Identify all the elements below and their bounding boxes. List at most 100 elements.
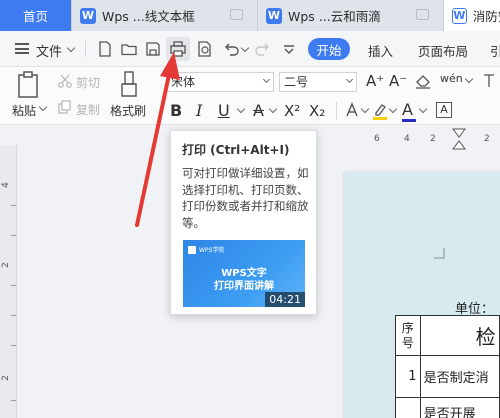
- ruler-number: 2: [430, 134, 436, 144]
- tab-document-2[interactable]: W Wps ...云和雨滴: [258, 0, 444, 31]
- format-painter-button[interactable]: 格式刷: [110, 102, 146, 119]
- tab-insert[interactable]: 插入: [368, 41, 393, 60]
- undo-icon[interactable]: [222, 40, 240, 58]
- scissors-icon: [58, 74, 72, 88]
- hamburger-menu-icon[interactable]: [15, 43, 29, 54]
- superscript-button[interactable]: X²: [284, 103, 300, 119]
- tab-references[interactable]: 引: [490, 41, 500, 60]
- save-icon[interactable]: [144, 40, 162, 58]
- character-border-button[interactable]: A: [436, 102, 452, 118]
- print-preview-icon[interactable]: [196, 40, 214, 58]
- ruler-number: 2: [484, 134, 490, 144]
- logo-label: WPS学院: [199, 247, 225, 254]
- table-cell[interactable]: [395, 397, 421, 418]
- table-cell[interactable]: 检: [419, 315, 500, 356]
- ruler-number: 4: [404, 134, 410, 144]
- chevron-down-icon[interactable]: [38, 102, 48, 112]
- font-color-button[interactable]: A: [402, 100, 416, 122]
- ribbon: 粘贴 剪切 复制 格式刷 宋体 二号 A⁺ A⁻ wén B I U A X² …: [0, 67, 500, 125]
- table-row: 1 是否制定消: [395, 355, 500, 398]
- customize-quick-access-icon[interactable]: [280, 40, 298, 58]
- ruler-tick: [11, 205, 16, 206]
- font-color-swatch: [402, 119, 416, 122]
- divider: [85, 41, 86, 57]
- table-cell[interactable]: 是否制定消: [419, 355, 500, 398]
- table-cell[interactable]: 1: [395, 355, 421, 398]
- underline-button[interactable]: U: [218, 103, 230, 119]
- tab-document-3-label: 消防安: [472, 9, 500, 24]
- new-document-icon[interactable]: [96, 40, 114, 58]
- chevron-down-icon[interactable]: [66, 43, 76, 53]
- table-row: 是否开展: [395, 397, 500, 418]
- highlight-icon[interactable]: [372, 102, 388, 120]
- tooltip-description: 可对打印做详细设置，如选择打印机、打印页数、打印份数或者并打和缩放等。: [182, 166, 309, 230]
- wps-writer-icon: W: [80, 7, 96, 24]
- ruler-tick: [11, 235, 16, 236]
- italic-button[interactable]: I: [196, 103, 202, 119]
- format-painter-icon[interactable]: [118, 71, 140, 99]
- file-menu[interactable]: 文件: [36, 41, 62, 60]
- ruler-number: 2: [0, 262, 11, 268]
- ruler-number: 2: [0, 375, 11, 381]
- font-size-select[interactable]: 二号: [279, 72, 357, 92]
- tab-document-3[interactable]: W 消防安: [444, 0, 500, 31]
- tab-document-1[interactable]: W Wps ...线文本框: [72, 0, 258, 31]
- font-color-label: A: [402, 100, 413, 119]
- device-icon: [416, 9, 429, 20]
- table-cell[interactable]: 序号: [395, 315, 421, 356]
- bold-button[interactable]: B: [170, 103, 182, 119]
- chevron-down-icon[interactable]: [240, 43, 250, 53]
- device-icon: [230, 9, 243, 20]
- margin-corner-mark: [434, 248, 445, 259]
- ruler-tick: [11, 315, 16, 316]
- text-effect-icon[interactable]: [482, 73, 496, 89]
- print-tooltip: 打印 (Ctrl+Alt+I) 可对打印做详细设置，如选择打印机、打印页数、打印…: [170, 130, 317, 315]
- logo-icon: [188, 245, 196, 254]
- chevron-down-icon: [262, 75, 271, 84]
- chevron-down-icon[interactable]: [236, 104, 246, 114]
- strikethrough-button[interactable]: A: [253, 103, 264, 119]
- open-folder-icon[interactable]: [120, 40, 138, 58]
- vertical-ruler: 4 2 2: [0, 145, 17, 418]
- paste-icon[interactable]: [16, 71, 42, 99]
- document-table[interactable]: 序号 检 1 是否制定消 是否开展: [395, 315, 500, 418]
- font-name-select[interactable]: 宋体: [166, 72, 274, 92]
- divider: [336, 102, 337, 120]
- chevron-down-icon[interactable]: [464, 74, 474, 84]
- ruler-number: 6: [374, 134, 380, 144]
- ruler-tick: [11, 345, 16, 346]
- chevron-down-icon[interactable]: [388, 104, 398, 114]
- thumbnail-title-line-2: 打印界面讲解: [214, 281, 274, 292]
- print-icon: [170, 41, 186, 57]
- tab-page-layout[interactable]: 页面布局: [418, 41, 468, 60]
- copy-icon: [58, 100, 71, 114]
- tab-document-1-label: Wps ...线文本框: [102, 9, 195, 24]
- tab-home[interactable]: 首页: [0, 0, 72, 31]
- wps-writer-icon: W: [452, 7, 467, 24]
- tutorial-video-thumbnail[interactable]: WPS学院 WPS文字 打印界面讲解 04:21: [183, 240, 305, 307]
- paste-button[interactable]: 粘贴: [12, 102, 36, 119]
- cut-button[interactable]: 剪切: [76, 74, 100, 91]
- pinyin-guide-button[interactable]: wén: [440, 72, 463, 85]
- grow-font-button[interactable]: A⁺: [366, 72, 384, 90]
- chevron-down-icon[interactable]: [268, 104, 278, 114]
- table-row: 序号 检: [395, 315, 500, 356]
- copy-button[interactable]: 复制: [76, 101, 100, 118]
- shrink-font-button[interactable]: A⁻: [389, 72, 407, 90]
- subscript-button[interactable]: X₂: [309, 103, 325, 119]
- chevron-down-icon: [345, 75, 354, 84]
- font-name-value: 宋体: [171, 75, 196, 89]
- table-cell[interactable]: 是否开展: [419, 397, 500, 418]
- menu-bar: 文件 开始 插入 页面布局 引: [0, 31, 500, 67]
- text-effect-icon[interactable]: [344, 102, 360, 120]
- clear-format-icon[interactable]: [414, 73, 432, 89]
- ruler-tick: [11, 285, 16, 286]
- print-button-hover[interactable]: [166, 37, 190, 61]
- chevron-down-icon[interactable]: [418, 104, 428, 114]
- chevron-down-icon[interactable]: [360, 104, 370, 114]
- indent-marker[interactable]: [452, 128, 466, 150]
- tab-bar: 首页 W Wps ...线文本框 W Wps ...云和雨滴 W 消防安: [0, 0, 500, 31]
- redo-icon[interactable]: [254, 40, 272, 58]
- tab-start[interactable]: 开始: [308, 38, 350, 60]
- ruler-tick: [11, 400, 16, 401]
